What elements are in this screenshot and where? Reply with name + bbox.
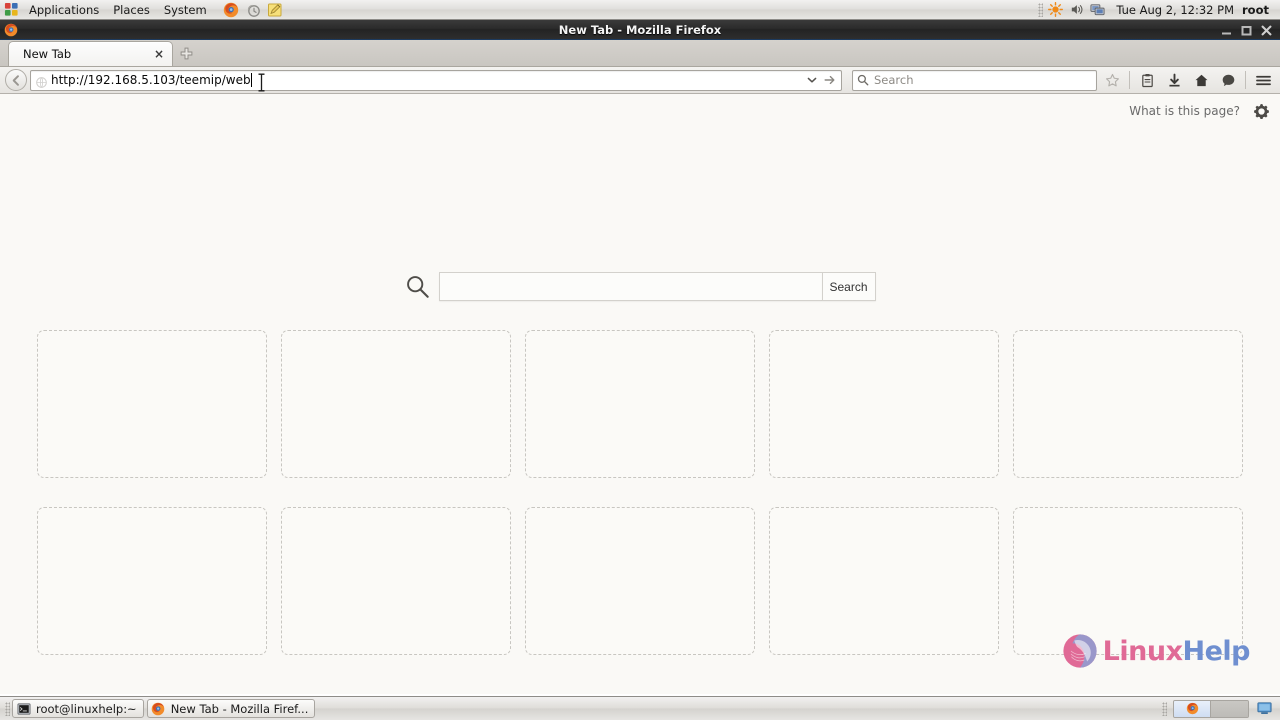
panel-username[interactable]: root	[1242, 3, 1273, 17]
search-button[interactable]: Search	[821, 272, 876, 301]
taskbar-item-terminal[interactable]: root@linuxhelp:~	[12, 699, 144, 718]
home-icon[interactable]	[1189, 69, 1213, 92]
search-input[interactable]	[438, 272, 822, 301]
tile-9[interactable]	[769, 507, 999, 655]
maximize-button[interactable]	[1241, 24, 1252, 36]
taskbar-label-firefox: New Tab - Mozilla Firef...	[170, 701, 309, 716]
navigation-toolbar: http://192.168.5.103/teemip/web Search	[0, 67, 1280, 94]
close-icon[interactable]: ×	[152, 47, 166, 61]
panel-left-section: Applications Places System	[0, 0, 286, 20]
firefox-icon	[151, 701, 166, 716]
downloads-icon[interactable]	[1162, 69, 1186, 92]
taskbar-item-firefox[interactable]: New Tab - Mozilla Firef...	[146, 699, 316, 718]
logo-text-help: Help	[1182, 635, 1251, 667]
minimize-button[interactable]	[1221, 24, 1232, 36]
linuxhelp-logo-icon	[1061, 632, 1099, 670]
linuxhelp-wordmark: LinuxHelp	[1102, 635, 1251, 667]
search-bar[interactable]: Search	[852, 69, 1097, 91]
tile-4[interactable]	[769, 330, 999, 478]
panel-right-section: Tue Aug 2, 12:32 PM root	[1036, 0, 1280, 20]
new-tab-header: What is this page?	[1129, 100, 1272, 122]
workspace-switcher	[1173, 699, 1249, 718]
places-menu[interactable]: Places	[106, 0, 157, 20]
linuxhelp-watermark: LinuxHelp	[1061, 632, 1250, 670]
tile-6[interactable]	[37, 507, 267, 655]
tile-8[interactable]	[525, 507, 755, 655]
window-controls	[1221, 24, 1280, 36]
firefox-icon	[4, 22, 20, 38]
taskbar-label-terminal: root@linuxhelp:~	[36, 701, 137, 716]
tab-new-tab[interactable]: New Tab ×	[8, 41, 173, 66]
system-menu[interactable]: System	[157, 0, 214, 20]
logo-text-linux: Linux	[1102, 635, 1183, 667]
distro-logo-icon	[0, 0, 22, 20]
applications-menu[interactable]: Applications	[22, 0, 106, 20]
firefox-window: New Tab - Mozilla Firefox New Tab × http…	[0, 20, 1280, 696]
pocket-icon[interactable]	[1216, 69, 1240, 92]
panel-clock[interactable]: Tue Aug 2, 12:32 PM	[1108, 3, 1242, 17]
window-title: New Tab - Mozilla Firefox	[558, 22, 722, 37]
text-editor-icon[interactable]	[264, 0, 286, 20]
firefox-launcher-icon[interactable]	[220, 0, 242, 20]
back-button[interactable]	[5, 69, 27, 91]
tile-1[interactable]	[37, 330, 267, 478]
tile-3[interactable]	[525, 330, 755, 478]
close-button[interactable]	[1261, 24, 1272, 36]
chevron-down-icon[interactable]	[803, 71, 821, 90]
new-tab-button[interactable]	[173, 41, 199, 66]
page-favicon-icon	[35, 74, 48, 88]
go-arrow-icon[interactable]	[821, 71, 839, 90]
address-input[interactable]: http://192.168.5.103/teemip/web	[51, 73, 251, 87]
toolbar-separator-2	[1245, 71, 1246, 89]
panel-grip	[1038, 2, 1044, 17]
terminal-icon	[16, 701, 31, 716]
taskbar-grip	[5, 701, 10, 716]
tab-label: New Tab	[23, 47, 72, 61]
new-tab-search-row: Search	[0, 272, 1280, 301]
search-icon	[405, 274, 431, 300]
workspace-1[interactable]	[1174, 700, 1211, 717]
reading-list-icon[interactable]	[1135, 69, 1159, 92]
new-tab-page: What is this page? Search LinuxHelp	[0, 94, 1280, 694]
address-bar[interactable]: http://192.168.5.103/teemip/web	[30, 69, 842, 92]
volume-icon[interactable]	[1066, 0, 1087, 20]
toolbar-separator	[1129, 71, 1130, 89]
mouse-ibeam-cursor	[257, 73, 266, 96]
gnome-top-panel: Applications Places System Tue Aug 2, 12…	[0, 0, 1280, 20]
bookmark-star-icon[interactable]	[1100, 69, 1124, 92]
what-is-this-page-link[interactable]: What is this page?	[1129, 104, 1240, 118]
tile-5[interactable]	[1013, 330, 1243, 478]
top-sites-grid	[37, 330, 1245, 655]
text-caret	[250, 73, 252, 87]
window-titlebar: New Tab - Mozilla Firefox	[0, 20, 1280, 40]
brightness-icon[interactable]	[1045, 0, 1066, 20]
menu-hamburger-icon[interactable]	[1251, 69, 1275, 92]
gear-icon[interactable]	[1250, 100, 1272, 122]
search-icon	[857, 74, 869, 86]
taskbar-right-section	[1160, 699, 1277, 719]
show-desktop-button[interactable]	[1253, 699, 1275, 719]
tile-7[interactable]	[281, 507, 511, 655]
bottom-taskbar: root@linuxhelp:~ New Tab - Mozilla Firef…	[0, 696, 1280, 720]
update-manager-icon[interactable]	[242, 0, 264, 20]
workspace-2[interactable]	[1211, 700, 1248, 717]
address-text-wrap: http://192.168.5.103/teemip/web	[51, 73, 803, 92]
pager-grip	[1162, 701, 1167, 716]
tab-strip: New Tab ×	[0, 40, 1280, 67]
network-icon[interactable]	[1087, 0, 1108, 20]
tile-2[interactable]	[281, 330, 511, 478]
search-input[interactable]: Search	[874, 73, 914, 87]
